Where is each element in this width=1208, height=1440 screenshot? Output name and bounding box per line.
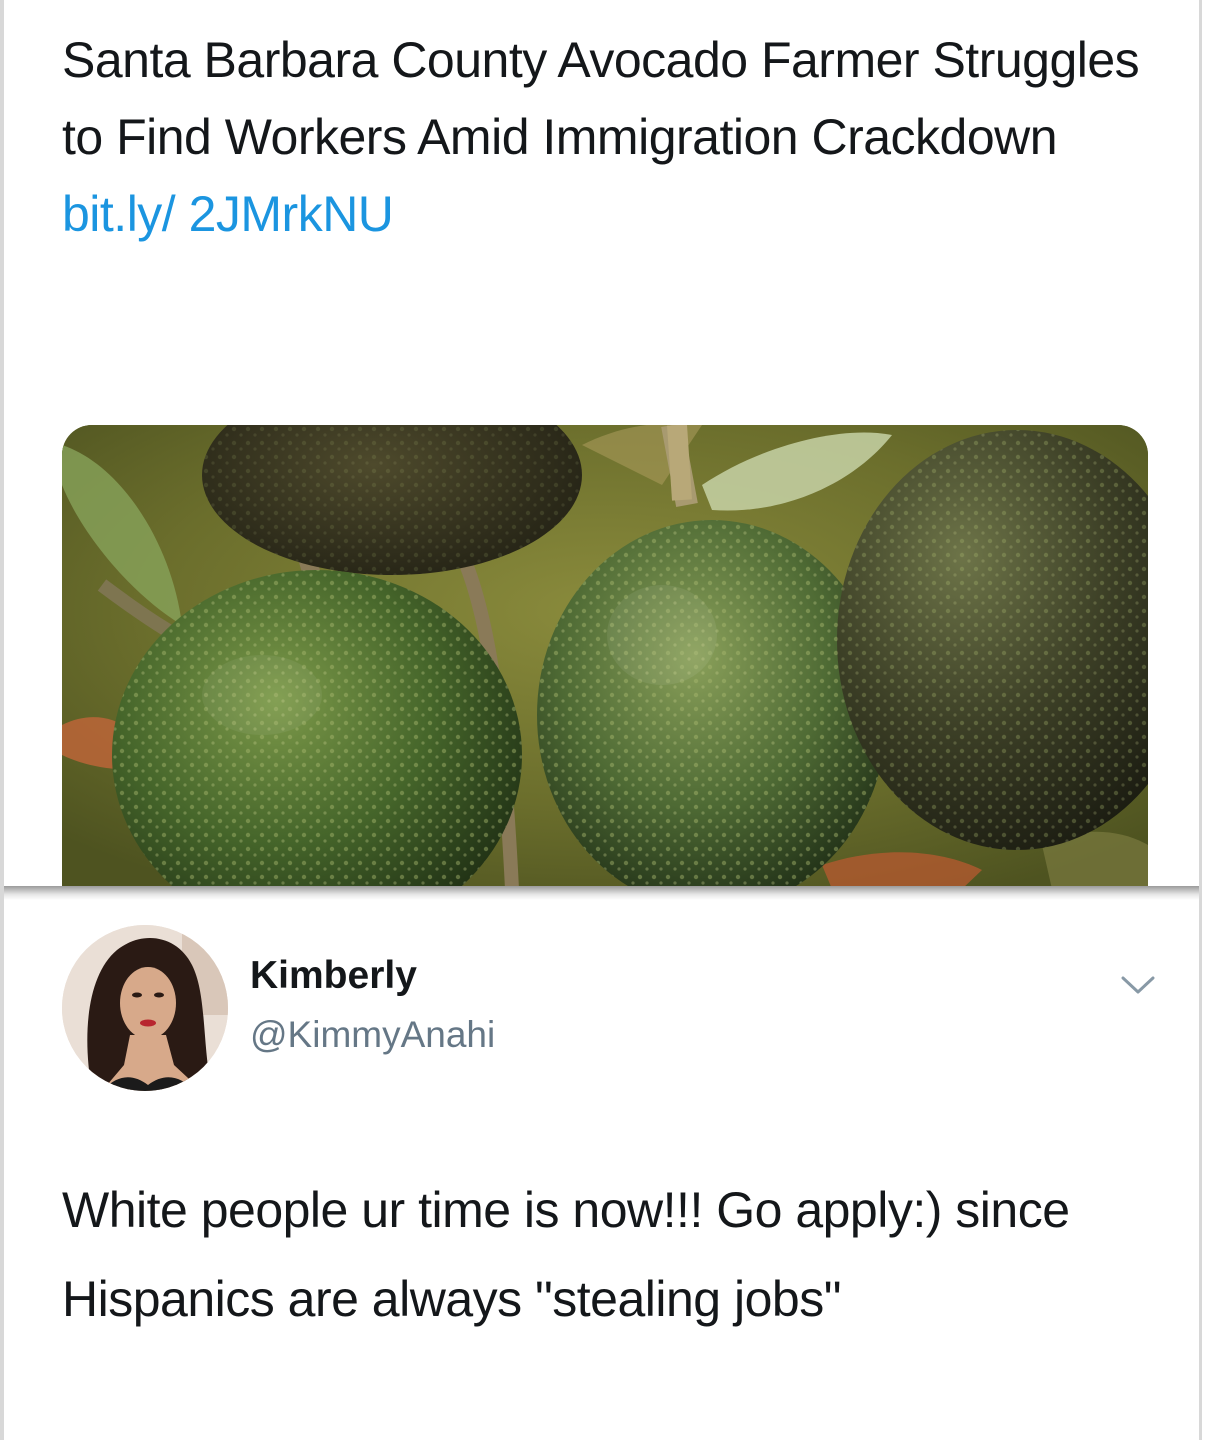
tweet-headline: Santa Barbara County Avocado Farmer Stru… [62, 32, 1140, 165]
article-link[interactable]: bit.ly/ 2JMrkNU [62, 186, 394, 242]
avatar[interactable] [62, 925, 228, 1091]
profile-photo [62, 925, 228, 1091]
reply-tweet-text: White people ur time is now!!! Go apply:… [62, 1182, 1070, 1327]
tweet-divider [4, 886, 1199, 900]
display-name[interactable]: Kimberly [250, 954, 417, 998]
user-handle[interactable]: @KimmyAnahi [250, 1014, 495, 1056]
tweet-text: Santa Barbara County Avocado Farmer Stru… [62, 22, 1142, 253]
news-tweet[interactable]: Santa Barbara County Avocado Farmer Stru… [0, 0, 1208, 893]
tweet-media-image[interactable] [62, 425, 1148, 889]
avocado-photo [62, 425, 1148, 889]
screenshot-page: Santa Barbara County Avocado Farmer Stru… [0, 0, 1208, 1440]
chevron-down-icon[interactable] [1118, 970, 1158, 1000]
reply-tweet[interactable]: Kimberly @KimmyAnahi White people ur tim… [0, 900, 1208, 1440]
